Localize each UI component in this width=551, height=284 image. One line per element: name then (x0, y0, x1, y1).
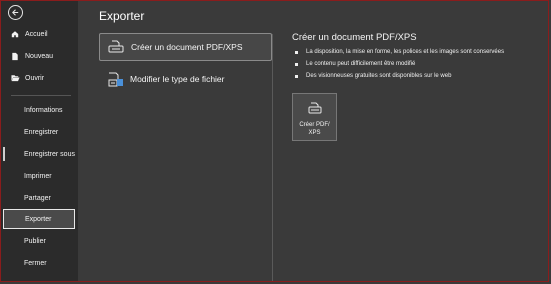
window-border (0, 0, 549, 282)
back-button[interactable] (8, 5, 23, 20)
detail-bullet: La disposition, la mise en forme, les po… (295, 46, 504, 58)
sidebar-item-label: Publier (24, 237, 46, 245)
panel-divider (272, 34, 273, 282)
sidebar-item-label: Imprimer (24, 172, 52, 180)
sidebar-item-label: Informations (24, 106, 63, 114)
bullet-icon (295, 74, 298, 78)
detail-bullet: Le contenu peut difficilement être modif… (295, 58, 504, 70)
new-document-icon (11, 52, 21, 61)
export-option-change-file-type[interactable]: Modifier le type de fichier (99, 65, 272, 93)
sidebar-item-label: Partager (24, 194, 51, 202)
detail-bullet-list: La disposition, la mise en forme, les po… (295, 46, 504, 82)
sidebar-item-publier[interactable]: Publier (3, 232, 75, 250)
bullet-icon (295, 62, 298, 66)
export-option-label: Créer un document PDF/XPS (131, 42, 243, 52)
sidebar-item-imprimer[interactable]: Imprimer (3, 167, 75, 185)
sidebar-item-informations[interactable]: Informations (3, 101, 75, 119)
folder-open-icon (11, 74, 21, 82)
sidebar-item-label: Fermer (24, 259, 47, 267)
create-pdf-xps-button[interactable]: Créer PDF/ XPS (292, 93, 337, 141)
sidebar-item-nouveau[interactable]: Nouveau (3, 47, 75, 65)
sidebar-item-label: Enregistrer (24, 128, 59, 136)
sidebar-item-label: Enregistrer sous (24, 150, 75, 158)
detail-title: Créer un document PDF/XPS (292, 32, 417, 43)
sidebar-item-ouvrir[interactable]: Ouvrir (3, 69, 75, 87)
detail-bullet: Des visionneuses gratuites sont disponib… (295, 70, 504, 82)
sidebar-item-label: Ouvrir (25, 74, 45, 82)
backstage-sidebar: Accueil Nouveau Ouvrir Informations Enre… (1, 1, 78, 282)
sidebar-item-partager[interactable]: Partager (3, 189, 75, 207)
pdf-document-icon (106, 40, 126, 54)
arrow-left-icon (12, 9, 19, 16)
sidebar-item-accueil[interactable]: Accueil (3, 25, 75, 43)
export-option-create-pdf[interactable]: Créer un document PDF/XPS (99, 33, 272, 61)
create-pdf-xps-label: Créer PDF/ XPS (299, 122, 330, 136)
sidebar-item-fermer[interactable]: Fermer (3, 254, 75, 272)
sidebar-item-label: Nouveau (25, 52, 54, 60)
home-icon (11, 30, 21, 38)
pdf-document-icon (308, 101, 322, 119)
sidebar-divider (11, 95, 71, 96)
bullet-icon (295, 50, 298, 54)
sidebar-item-exporter[interactable]: Exporter (3, 209, 75, 229)
page-title: Exporter (99, 9, 145, 23)
change-file-type-icon (105, 71, 125, 88)
sidebar-item-label: Accueil (25, 30, 48, 38)
sidebar-item-label: Exporter (25, 215, 52, 223)
sidebar-item-enregistrer-sous[interactable]: Enregistrer sous (3, 145, 75, 163)
export-option-label: Modifier le type de fichier (130, 74, 225, 84)
sidebar-item-enregistrer[interactable]: Enregistrer (3, 123, 75, 141)
